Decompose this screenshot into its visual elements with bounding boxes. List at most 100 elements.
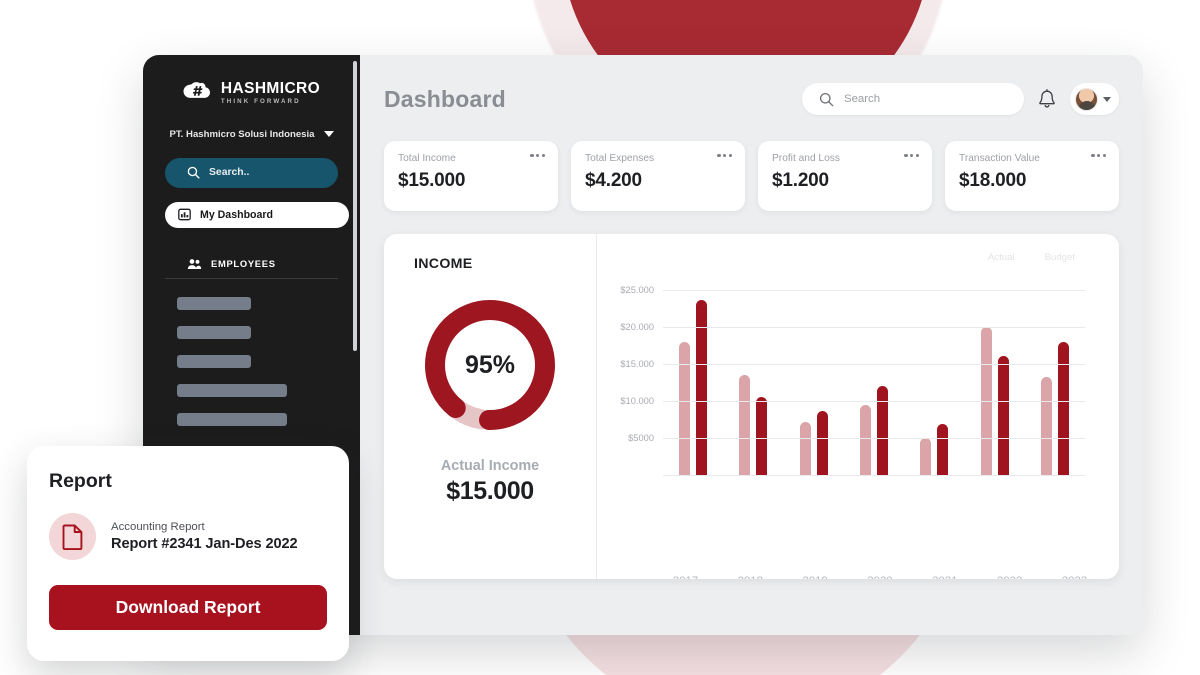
chart-bar-budget[interactable] xyxy=(997,355,1009,475)
chart-bar-actual[interactable] xyxy=(679,341,691,475)
report-card-title: Report xyxy=(49,470,112,492)
metric-value: $15.000 xyxy=(398,170,466,191)
chart-x-tick-label: 2021 xyxy=(931,575,959,579)
overflow-dots-icon[interactable] xyxy=(717,154,732,158)
legend-item-budget: Budget xyxy=(1044,252,1075,263)
report-card: Report Accounting Report Report #2341 Ja… xyxy=(27,446,349,661)
chart-y-tick-label: $10.000 xyxy=(620,396,654,407)
chart-bar-budget[interactable] xyxy=(876,386,888,475)
metric-card-total-expenses[interactable]: Total Expenses $4.200 xyxy=(571,141,745,211)
top-bar: Dashboard Search xyxy=(384,77,1119,121)
metric-value: $18.000 xyxy=(959,170,1027,191)
chart-y-tick-label: $15.000 xyxy=(620,359,654,370)
overflow-dots-icon[interactable] xyxy=(1091,154,1106,158)
metric-value: $1.200 xyxy=(772,170,829,191)
bell-icon[interactable] xyxy=(1038,89,1056,109)
chart-bar-actual[interactable] xyxy=(799,421,811,475)
sidebar-search-placeholder: Search.. xyxy=(209,167,250,179)
chart-baseline xyxy=(663,475,1085,476)
header-search-placeholder: Search xyxy=(844,93,881,105)
sidebar-item-my-dashboard[interactable]: My Dashboard xyxy=(165,201,349,228)
company-name: PT. Hashmicro Solusi Indonesia xyxy=(169,128,315,140)
chart-x-tick-label: 2018 xyxy=(736,575,764,579)
profile-menu-button[interactable] xyxy=(1070,83,1119,115)
chart-bar-budget[interactable] xyxy=(816,410,828,475)
sidebar-skeleton-item xyxy=(177,412,287,426)
metric-value: $4.200 xyxy=(585,170,642,191)
chart-bar-budget[interactable] xyxy=(756,397,768,475)
brand-logo: HASHMICRO THINK FORWARD xyxy=(143,81,360,105)
chart-bar-group xyxy=(920,279,949,475)
chart-bar-actual[interactable] xyxy=(920,438,932,475)
metric-card-row: Total Income $15.000 Total Expenses $4.2… xyxy=(384,141,1119,211)
chart-bar-budget[interactable] xyxy=(937,423,949,475)
metric-label: Transaction Value xyxy=(959,153,1040,164)
chevron-down-icon xyxy=(1103,96,1111,102)
metric-card-transaction-value[interactable]: Transaction Value $18.000 xyxy=(945,141,1119,211)
screenshot-stage: HASHMICRO THINK FORWARD PT. Hashmicro So… xyxy=(0,0,1200,675)
overflow-dots-icon[interactable] xyxy=(904,154,919,158)
sidebar-section-label: EMPLOYEES xyxy=(211,258,276,270)
chart-bar-actual[interactable] xyxy=(859,404,871,475)
income-donut-chart: 95% xyxy=(417,292,563,438)
top-bar-actions: Search xyxy=(802,83,1119,115)
search-icon xyxy=(819,92,834,106)
sidebar-skeleton-list xyxy=(143,296,360,426)
report-item[interactable]: Accounting Report Report #2341 Jan-Des 2… xyxy=(49,513,327,560)
chart-y-tick-label: $25.000 xyxy=(620,285,654,296)
chart-bar-group xyxy=(799,279,828,475)
chart-bar-group xyxy=(980,279,1009,475)
chart-bars xyxy=(663,279,1085,475)
chart-plot-area: $25.000 $20.000 $15.000 $10.000 $5000 xyxy=(620,279,1085,476)
chart-gridline xyxy=(663,364,1085,366)
chart-bar-actual[interactable] xyxy=(1040,377,1052,475)
chart-x-tick-label: 2023 xyxy=(1060,575,1088,579)
chart-x-tick-label: 2022 xyxy=(996,575,1024,579)
dashboard-grid-icon xyxy=(178,208,191,221)
sidebar-search-input[interactable]: Search.. xyxy=(165,157,338,188)
sidebar-section-employees[interactable]: EMPLOYEES xyxy=(165,258,338,279)
actual-income-value: $15.000 xyxy=(446,477,534,505)
income-panel: INCOME 95% Actual Income $15.000 Actual xyxy=(384,234,1119,579)
brand-name: HASHMICRO xyxy=(220,80,321,97)
main-content: Dashboard Search Total Income $15.000 To… xyxy=(360,55,1143,635)
chart-bar-actual[interactable] xyxy=(739,375,751,475)
income-summary: INCOME 95% Actual Income $15.000 xyxy=(384,234,597,579)
people-icon xyxy=(187,258,202,269)
chart-gridline xyxy=(663,438,1085,440)
chart-bar-budget[interactable] xyxy=(696,299,708,475)
metric-card-total-income[interactable]: Total Income $15.000 xyxy=(384,141,558,211)
metric-card-profit-and-loss[interactable]: Profit and Loss $1.200 xyxy=(758,141,932,211)
chart-gridline xyxy=(663,290,1085,292)
actual-income-label: Actual Income xyxy=(440,458,540,474)
brand-logo-text: HASHMICRO THINK FORWARD xyxy=(221,81,320,105)
report-category: Accounting Report xyxy=(111,521,205,533)
download-report-button[interactable]: Download Report xyxy=(49,585,327,630)
chart-gridline xyxy=(663,327,1085,329)
chart-bar-group xyxy=(859,279,888,475)
brand-tagline: THINK FORWARD xyxy=(220,97,301,105)
cloud-hash-logo-icon xyxy=(183,81,213,104)
chart-legend: Actual Budget xyxy=(607,252,1097,263)
report-item-text: Accounting Report Report #2341 Jan-Des 2… xyxy=(111,521,298,552)
sidebar-scrollbar[interactable] xyxy=(353,61,357,351)
chart-bar-group xyxy=(739,279,768,475)
overflow-dots-icon[interactable] xyxy=(530,154,545,158)
chart-gridline xyxy=(663,401,1085,403)
legend-item-actual: Actual xyxy=(987,252,1015,263)
income-bar-chart: Actual Budget $25.000 $20.000 $15.000 $10.0… xyxy=(597,234,1119,579)
sidebar-skeleton-item xyxy=(177,296,251,310)
sidebar-item-label: My Dashboard xyxy=(200,208,273,221)
donut-percent-label: 95% xyxy=(464,350,516,379)
chart-y-tick-label: $20.000 xyxy=(620,322,654,333)
header-search-input[interactable]: Search xyxy=(802,83,1024,115)
document-file-icon xyxy=(49,513,96,560)
chart-bar-budget[interactable] xyxy=(1057,341,1069,475)
sidebar-skeleton-item xyxy=(177,325,251,339)
company-selector[interactable]: PT. Hashmicro Solusi Indonesia xyxy=(143,129,360,140)
chart-x-tick-label: 2017 xyxy=(671,575,699,579)
chart-x-tick-label: 2019 xyxy=(801,575,829,579)
chart-x-tick-label: 2020 xyxy=(866,575,894,579)
user-avatar xyxy=(1075,87,1098,111)
metric-label: Profit and Loss xyxy=(772,153,840,164)
